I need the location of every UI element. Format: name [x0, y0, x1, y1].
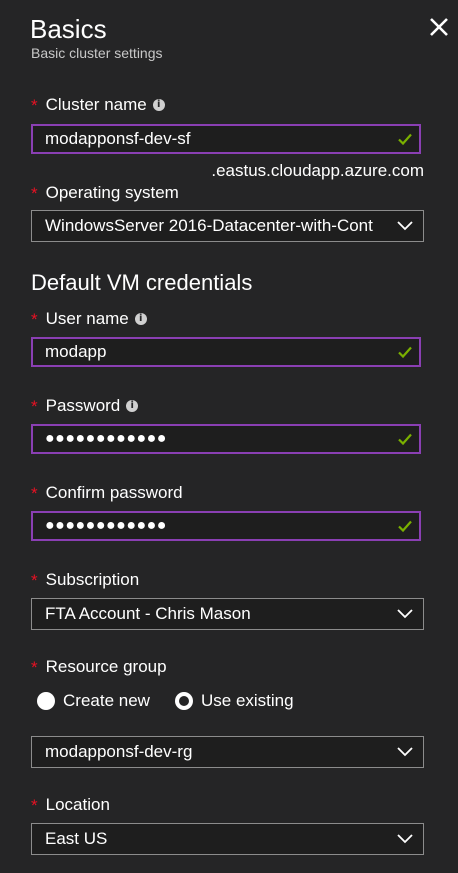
cluster-name-label: * Cluster name i — [31, 95, 165, 115]
password-value: ●●●●●●●●●●●● — [45, 430, 167, 447]
user-name-label-text: User name — [45, 309, 129, 328]
operating-system-label-text: Operating system — [45, 183, 179, 202]
required-marker: * — [31, 310, 38, 329]
subscription-label-text: Subscription — [45, 570, 140, 589]
checkmark-icon — [398, 133, 412, 146]
location-label-text: Location — [45, 795, 110, 814]
cluster-domain-suffix: .eastus.cloudapp.azure.com — [211, 161, 424, 180]
subscription-value: FTA Account - Chris Mason — [45, 604, 251, 623]
resource-group-label-text: Resource group — [45, 657, 167, 676]
blade-subtitle: Basic cluster settings — [31, 45, 163, 61]
operating-system-value: WindowsServer 2016-Datacenter-with-Cont — [45, 216, 373, 235]
subscription-dropdown[interactable]: FTA Account - Chris Mason — [31, 598, 424, 630]
radio-create-new-label: Create new — [63, 691, 150, 710]
resource-group-value: modapponsf-dev-rg — [45, 742, 193, 761]
location-label: * Location — [31, 795, 110, 815]
checkmark-icon — [398, 520, 412, 533]
subscription-label: * Subscription — [31, 570, 139, 590]
radio-selected-icon — [175, 692, 193, 710]
required-marker: * — [31, 397, 38, 416]
cluster-name-value: modapponsf-dev-sf — [45, 129, 191, 148]
operating-system-label: * Operating system — [31, 183, 179, 203]
radio-create-new[interactable]: Create new — [37, 691, 150, 711]
resource-group-dropdown[interactable]: modapponsf-dev-rg — [31, 736, 424, 768]
confirm-password-label-text: Confirm password — [45, 483, 183, 502]
close-button[interactable] — [426, 14, 452, 40]
required-marker: * — [31, 96, 38, 115]
radio-use-existing-label: Use existing — [201, 691, 294, 710]
resource-group-label: * Resource group — [31, 657, 167, 677]
location-value: East US — [45, 829, 108, 848]
confirm-password-value: ●●●●●●●●●●●● — [45, 517, 167, 534]
close-icon — [430, 18, 448, 36]
confirm-password-input[interactable]: ●●●●●●●●●●●● — [31, 511, 421, 541]
user-name-input[interactable]: modapp — [31, 337, 421, 367]
user-name-value: modapp — [45, 342, 107, 361]
radio-use-existing[interactable]: Use existing — [175, 691, 294, 711]
confirm-password-label: * Confirm password — [31, 483, 183, 503]
blade-title: Basics — [30, 14, 107, 44]
user-name-label: * User name i — [31, 309, 147, 329]
required-marker: * — [31, 571, 38, 590]
checkmark-icon — [398, 346, 412, 359]
required-marker: * — [31, 184, 38, 203]
chevron-down-icon — [397, 221, 413, 231]
radio-unselected-icon — [37, 692, 55, 710]
location-dropdown[interactable]: East US — [31, 823, 424, 855]
password-label: * Password i — [31, 396, 139, 416]
required-marker: * — [31, 658, 38, 677]
chevron-down-icon — [397, 609, 413, 619]
info-icon[interactable]: i — [134, 313, 147, 325]
info-icon[interactable]: i — [126, 400, 139, 412]
cluster-name-input[interactable]: modapponsf-dev-sf — [31, 124, 421, 154]
password-input[interactable]: ●●●●●●●●●●●● — [31, 424, 421, 454]
required-marker: * — [31, 796, 38, 815]
required-marker: * — [31, 484, 38, 503]
cluster-name-label-text: Cluster name — [45, 95, 147, 114]
password-label-text: Password — [45, 396, 121, 415]
chevron-down-icon — [397, 834, 413, 844]
chevron-down-icon — [397, 747, 413, 757]
credentials-heading: Default VM credentials — [31, 270, 253, 295]
operating-system-dropdown[interactable]: WindowsServer 2016-Datacenter-with-Cont — [31, 210, 424, 242]
info-icon[interactable]: i — [152, 99, 165, 111]
checkmark-icon — [398, 433, 412, 446]
